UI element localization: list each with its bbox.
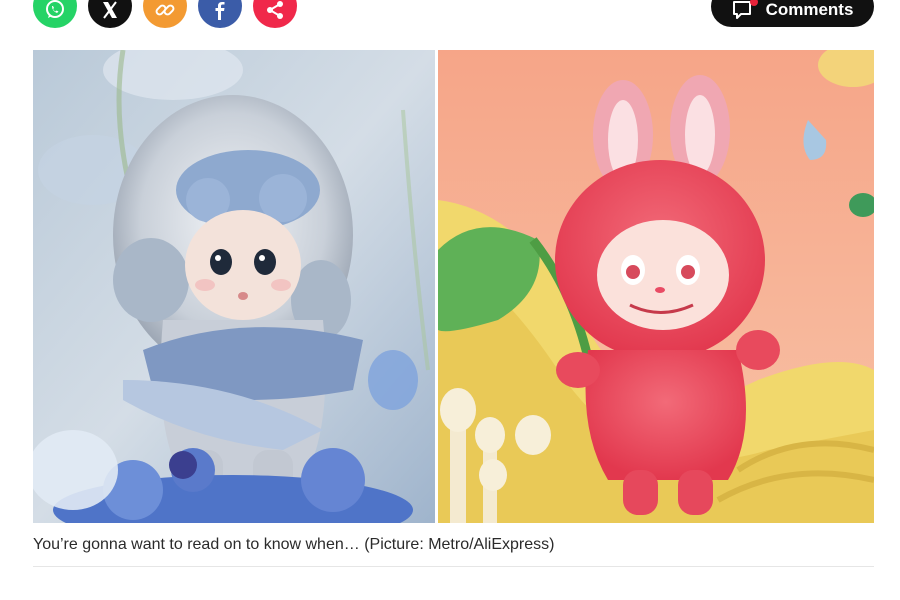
photo-blue-figure	[33, 50, 435, 523]
whatsapp-share-button[interactable]	[33, 0, 77, 28]
share-bar	[33, 0, 297, 30]
x-share-button[interactable]	[88, 0, 132, 28]
share-icon	[267, 1, 283, 19]
photo-caption: You’re gonna want to read on to know whe…	[33, 536, 555, 553]
x-icon	[103, 1, 117, 19]
copy-link-button[interactable]	[143, 0, 187, 28]
whatsapp-icon	[46, 0, 64, 18]
comments-label: Comments	[765, 0, 854, 19]
link-icon	[155, 4, 175, 16]
comments-button[interactable]: Comments	[711, 0, 874, 27]
facebook-share-button[interactable]	[198, 0, 242, 28]
facebook-icon	[215, 2, 225, 20]
divider	[33, 566, 874, 567]
notification-dot	[749, 0, 758, 6]
comment-icon	[732, 0, 758, 22]
share-button[interactable]	[253, 0, 297, 28]
photo-pink-figure	[438, 50, 874, 523]
